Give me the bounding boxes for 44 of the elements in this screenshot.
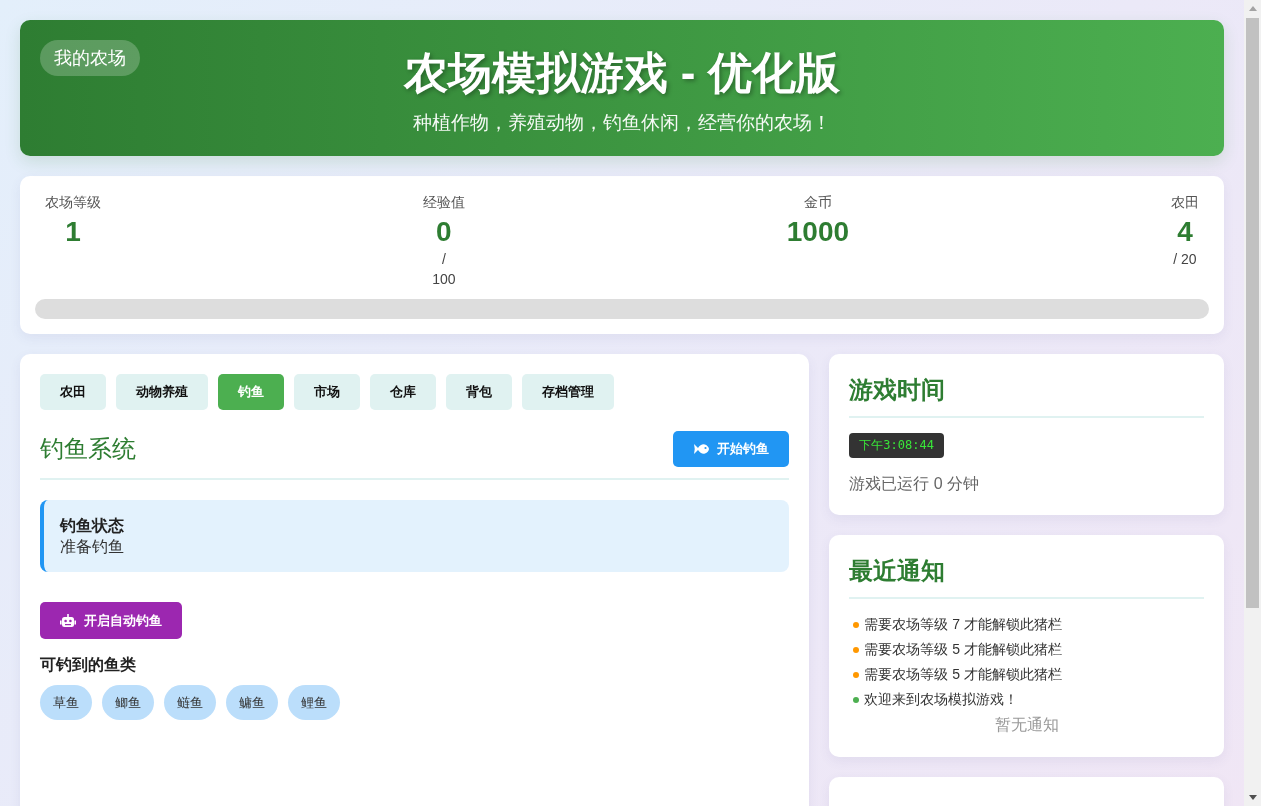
auto-fishing-button[interactable]: 开启自动钓鱼 [40, 602, 182, 639]
stat-value: 1 [65, 215, 81, 249]
card-title: 最近通知 [849, 555, 1204, 599]
tab[interactable]: 动物养殖 [116, 374, 208, 410]
tab[interactable]: 市场 [294, 374, 360, 410]
stat-label: 经验值 [422, 193, 465, 211]
status-value: 准备钓鱼 [60, 537, 125, 557]
notification-text: 欢迎来到农场模拟游戏！ [864, 690, 1019, 709]
tab[interactable]: 背包 [446, 374, 512, 410]
scrollbar-thumb[interactable] [1246, 18, 1259, 608]
empty-notice: 暂无通知 [993, 715, 1060, 735]
tab[interactable]: 仓库 [370, 374, 436, 410]
runtime-text: 游戏已运行 0 分钟 [849, 474, 981, 494]
notification-text: 需要农场等级 5 才能解锁此猪栏 [864, 640, 1062, 659]
page-title: 农场模拟游戏 - 优化版 [404, 47, 840, 99]
robot-icon [60, 613, 76, 628]
stat-value: 4 [1177, 215, 1193, 249]
card-title: 游戏时间 [849, 374, 1204, 418]
status-label: 钓鱼状态 [60, 516, 125, 536]
fish-tag: 鲤鱼 [288, 685, 340, 720]
stat-label: 农场等级 [45, 193, 101, 211]
fish-list-title: 可钓到的鱼类 [40, 655, 137, 675]
fish-tag: 鲫鱼 [102, 685, 154, 720]
clock-display: 下午3:08:44 [849, 433, 944, 458]
farm-badge: 我的农场 [40, 40, 140, 76]
stat-label: 农田 [1170, 193, 1199, 211]
section-title: 钓鱼系统 [40, 434, 136, 464]
page-subtitle: 种植作物，养殖动物，钓鱼休闲，经营你的农场！ [413, 111, 831, 135]
stat-value: 1000 [786, 215, 850, 249]
stat-label: 金币 [803, 193, 832, 211]
notification-text: 需要农场等级 7 才能解锁此猪栏 [864, 615, 1062, 634]
scroll-down-icon[interactable] [1248, 795, 1257, 800]
notification-text: 需要农场等级 5 才能解锁此猪栏 [864, 665, 1062, 684]
scrollbar[interactable] [1244, 0, 1261, 806]
scroll-up-icon[interactable] [1248, 6, 1257, 11]
fish-icon [693, 443, 710, 455]
fish-tag: 鳙鱼 [226, 685, 278, 720]
fish-tag: 草鱼 [40, 685, 92, 720]
tab[interactable]: 农田 [40, 374, 106, 410]
stat-sub: / 100 [431, 250, 457, 289]
stat-value: 0 [436, 215, 452, 249]
fish-tag: 鲢鱼 [164, 685, 216, 720]
stat-sub: / 20 [1173, 250, 1197, 269]
tab[interactable]: 存档管理 [522, 374, 614, 410]
